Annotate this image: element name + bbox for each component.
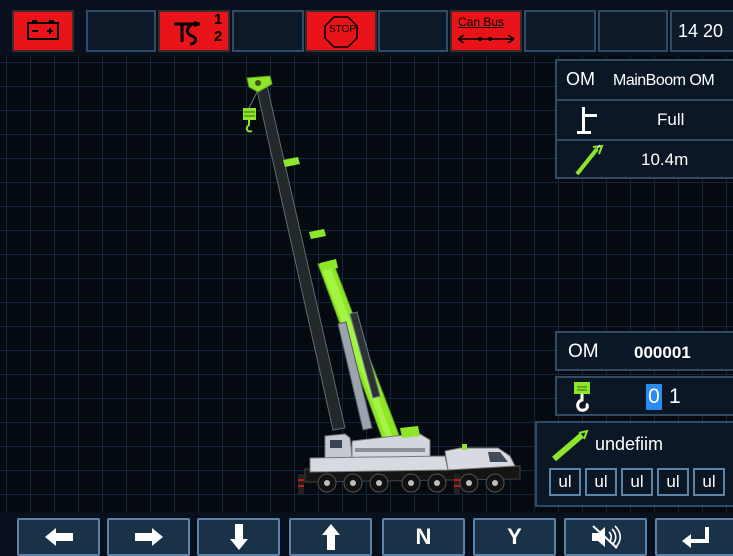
arrow-right-icon bbox=[134, 528, 163, 546]
can-bus-indicator: Can Bus bbox=[450, 10, 522, 52]
stop-label: STOP bbox=[329, 24, 357, 35]
outrigger-row: Full bbox=[557, 99, 733, 139]
section-cells: ul ul ul ul ul bbox=[549, 468, 725, 496]
button-bar: N Y bbox=[0, 512, 733, 556]
n-button[interactable]: N bbox=[382, 518, 465, 556]
can-bus-icon bbox=[457, 34, 515, 44]
crane-display-screen: 1 2 STOP Can Bus 14 20 OM MainBoom OM Fu… bbox=[0, 0, 733, 556]
battery-indicator bbox=[12, 10, 74, 52]
om-label: OM bbox=[568, 341, 599, 362]
boom-config-panel: undefiim ul ul ul ul ul bbox=[535, 421, 733, 507]
outrigger-icon bbox=[577, 107, 597, 134]
section-cell-3[interactable]: ul bbox=[621, 468, 653, 496]
om-code-value: 000001 bbox=[634, 343, 691, 362]
om-code-panel: OM 000001 bbox=[555, 331, 733, 371]
up-arrow-button[interactable] bbox=[289, 518, 372, 556]
section-cell-4[interactable]: ul bbox=[657, 468, 689, 496]
enter-button[interactable] bbox=[655, 518, 733, 556]
boom-icon bbox=[552, 429, 589, 462]
hook-bottom-number: 2 bbox=[214, 28, 223, 45]
y-button[interactable]: Y bbox=[473, 518, 556, 556]
clock-display: 14 20 bbox=[670, 10, 733, 52]
stop-indicator: STOP bbox=[305, 10, 377, 52]
enter-icon bbox=[682, 527, 709, 548]
hook-selection-indicator: 1 2 bbox=[158, 10, 230, 52]
crane-view: OM MainBoom OM Full 10.4m OM 000001 0 1 … bbox=[0, 56, 733, 512]
arrow-left-icon bbox=[44, 528, 73, 546]
outrigger-value: Full bbox=[657, 110, 685, 129]
status-slot-8 bbox=[524, 10, 596, 52]
mode-label: OM bbox=[566, 69, 595, 89]
boom-length-value: 10.4m bbox=[641, 150, 689, 169]
section-cell-2[interactable]: ul bbox=[585, 468, 617, 496]
status-slot-4 bbox=[232, 10, 304, 52]
mode-value: MainBoom OM bbox=[613, 72, 715, 89]
down-arrow-button[interactable] bbox=[197, 518, 280, 556]
boom-config-label: undefiim bbox=[595, 434, 664, 454]
hook-icon bbox=[574, 382, 590, 412]
info-panel: OM MainBoom OM Full 10.4m bbox=[555, 59, 733, 179]
boom-length-icon bbox=[575, 144, 604, 176]
status-slot-9 bbox=[598, 10, 668, 52]
left-arrow-button[interactable] bbox=[17, 518, 100, 556]
status-slot-6 bbox=[378, 10, 448, 52]
section-cell-1[interactable]: ul bbox=[549, 468, 581, 496]
status-bar: 1 2 STOP Can Bus 14 20 bbox=[0, 0, 733, 56]
boom-length-row: 10.4m bbox=[557, 139, 733, 179]
arrow-down-icon bbox=[229, 524, 248, 550]
arrow-up-icon bbox=[321, 524, 340, 550]
right-arrow-button[interactable] bbox=[107, 518, 190, 556]
battery-icon bbox=[27, 20, 59, 40]
section-cell-5[interactable]: ul bbox=[693, 468, 725, 496]
hook-digit-rest[interactable]: 1 bbox=[669, 384, 681, 410]
hook-top-number: 1 bbox=[214, 11, 223, 28]
hook-digit-selected[interactable]: 0 bbox=[646, 384, 662, 410]
mode-row: OM MainBoom OM bbox=[557, 61, 733, 99]
mute-button[interactable] bbox=[564, 518, 647, 556]
hook-panel: 0 1 bbox=[555, 376, 733, 416]
status-slot-2 bbox=[86, 10, 156, 52]
speaker-mute-icon bbox=[591, 525, 621, 549]
